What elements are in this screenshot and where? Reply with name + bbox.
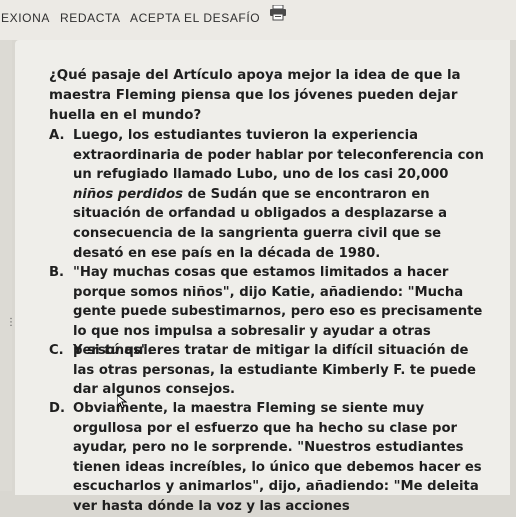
option-text: Luego, los estudiantes tuvieron la exper…: [73, 128, 484, 261]
answer-option-c[interactable]: C. Y si tú quieres tratar de mitigar la …: [49, 341, 489, 400]
question-text: ¿Qué pasaje del Artículo apoya mejor la …: [49, 68, 461, 123]
option-letter: B.: [49, 265, 65, 280]
option-text: Obviamente, la maestra Fleming se siente…: [73, 401, 482, 514]
answer-option-a[interactable]: A. Luego, los estudiantes tuvieron la ex…: [49, 126, 489, 263]
option-text: Y si tú quieres tratar de mitigar la dif…: [73, 343, 476, 398]
printer-icon[interactable]: [269, 4, 287, 21]
option-letter: D.: [49, 401, 65, 416]
tab-redacta[interactable]: REDACTA: [60, 11, 121, 25]
tab-acepta-el-desafio[interactable]: ACEPTA EL DESAFÍO: [130, 11, 260, 25]
left-scrollbar[interactable]: ⋮: [0, 40, 16, 491]
answer-option-d[interactable]: D. Obviamente, la maestra Fleming se sie…: [49, 399, 489, 517]
tab-exiona[interactable]: EXIONA: [1, 11, 50, 25]
option-letter: A.: [49, 128, 65, 143]
top-navigation-bar: EXIONA REDACTA ACEPTA EL DESAFÍO: [0, 0, 516, 40]
mouse-pointer-icon: [116, 393, 128, 409]
option-letter: C.: [49, 343, 64, 358]
